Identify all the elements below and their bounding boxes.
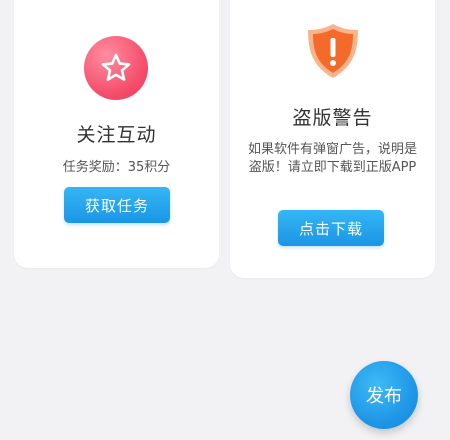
task-reward-text: 任务奖励：35积分	[62, 160, 171, 175]
get-task-button[interactable]: 获取任务	[64, 187, 170, 223]
star-icon-glyph	[101, 53, 131, 81]
shield-warning-icon-glyph	[308, 24, 358, 78]
card-title: 关注互动	[76, 124, 157, 146]
star-icon	[84, 36, 148, 100]
card-title: 盗版警告	[292, 107, 373, 129]
follow-interaction-card: 关注互动 任务奖励：35积分 获取任务	[14, 0, 219, 268]
piracy-warning-card: 盗版警告 如果软件有弹窗广告，说明是盗版！请立即下载到正版APP 点击下载	[230, 0, 435, 278]
warning-description: 如果软件有弹窗广告，说明是盗版！请立即下载到正版APP	[247, 142, 417, 175]
shield-warning-icon	[302, 20, 364, 82]
publish-button[interactable]: 发布	[350, 361, 418, 429]
download-button[interactable]: 点击下载	[278, 210, 384, 246]
